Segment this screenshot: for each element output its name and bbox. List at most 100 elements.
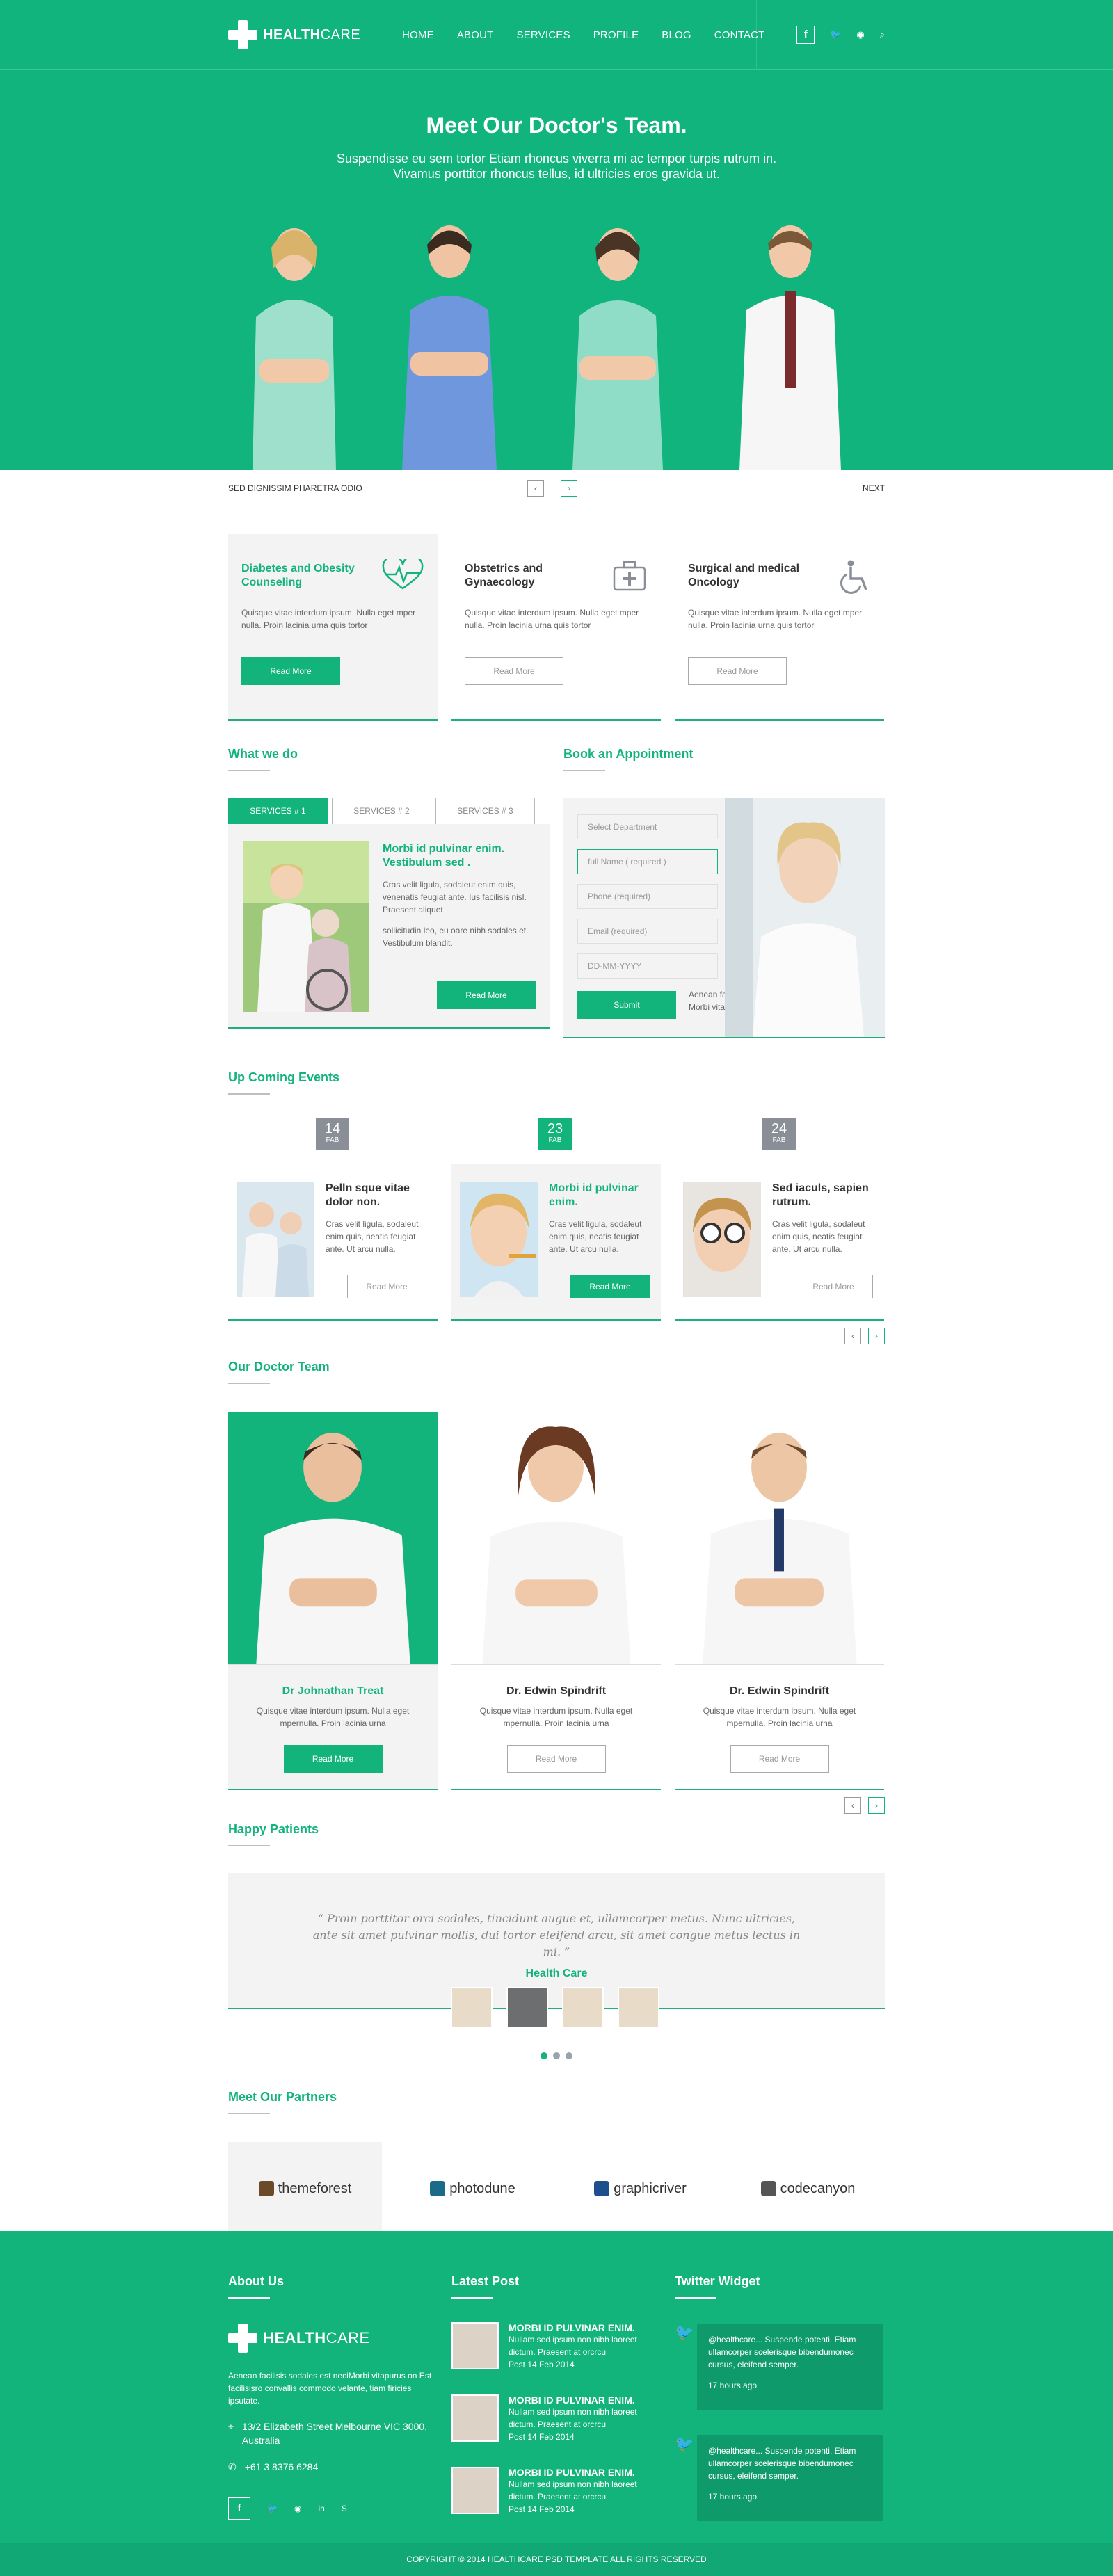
post-item[interactable]: MORBI ID PULVINAR ENIM. Nullam sed ipsum … — [451, 2322, 661, 2371]
logo[interactable]: HEALTHCARE — [228, 0, 381, 70]
pager-dot[interactable] — [553, 2052, 560, 2059]
nav-blog[interactable]: BLOG — [662, 29, 691, 41]
service-read-more-button[interactable]: Read More — [241, 657, 340, 685]
what-we-do-title: What we do — [228, 747, 550, 771]
doctor-read-more-button[interactable]: Read More — [506, 1745, 606, 1773]
panel-text-2: sollicitudin leo, eu oare nibh sodales e… — [383, 926, 529, 948]
doctor-card: Dr. Edwin Spindrift Quisque vitae interd… — [451, 1412, 661, 1790]
main-nav: HOME ABOUT SERVICES PROFILE BLOG CONTACT — [381, 0, 764, 70]
partners-title: Meet Our Partners — [228, 2090, 885, 2114]
post-thumbnail — [451, 2322, 499, 2369]
tab-services-3[interactable]: SERVICES # 3 — [435, 798, 535, 824]
header-social: f 🐦 ◉ ⌕ — [796, 26, 885, 44]
doctor-text: Quisque vitae interdum ipsum. Nulla eget… — [479, 1706, 633, 1728]
pager-dot[interactable] — [566, 2052, 572, 2059]
post-item[interactable]: MORBI ID PULVINAR ENIM. Nullam sed ipsum … — [451, 2467, 661, 2515]
partner-logo[interactable]: graphicriver — [563, 2142, 717, 2237]
event-read-more-button[interactable]: Read More — [570, 1275, 650, 1298]
panel-text-1: Cras velit ligula, sodaleut enim quis, v… — [383, 880, 527, 915]
partner-logo[interactable]: photodune — [396, 2142, 550, 2237]
doctor-name: Dr. Edwin Spindrift — [506, 1685, 607, 1697]
heartbeat-icon — [382, 559, 424, 590]
event-title: Pelln sque vitae dolor non. — [326, 1182, 410, 1208]
partner-logo[interactable]: themeforest — [228, 2142, 382, 2237]
avatar[interactable] — [618, 1987, 659, 2029]
testimonial-quote: “ Proin porttitor orci sodales, tincidun… — [312, 1912, 801, 1958]
slider-prev-button[interactable]: ‹ — [527, 480, 544, 497]
service-read-more-button[interactable]: Read More — [465, 657, 563, 685]
panel-heading: Morbi id pulvinar enim. Vestibulum sed . — [383, 843, 505, 869]
full-name-input[interactable]: full Name ( required ) — [577, 849, 718, 874]
linkedin-icon[interactable]: in — [318, 2504, 324, 2513]
services-tabs: SERVICES # 1 SERVICES # 2 SERVICES # 3 — [228, 798, 550, 824]
email-input[interactable]: Email (required) — [577, 919, 718, 944]
footer-twitter: Twitter Widget 🐦 @healthcare... Suspende … — [675, 2274, 884, 2521]
themeforest-icon — [258, 2181, 274, 2196]
tab-services-2[interactable]: SERVICES # 2 — [332, 798, 431, 824]
event-photo — [683, 1182, 761, 1297]
nav-contact[interactable]: CONTACT — [714, 29, 765, 41]
event-read-more-button[interactable]: Read More — [347, 1275, 426, 1298]
post-thumbnail — [451, 2467, 499, 2514]
testimonial-dots — [228, 2052, 885, 2059]
panel-read-more-button[interactable]: Read More — [437, 981, 536, 1009]
testimonial-box: “ Proin porttitor orci sodales, tincidun… — [228, 1873, 885, 2029]
partner-logo[interactable]: codecanyon — [731, 2142, 885, 2237]
facebook-icon[interactable]: f — [796, 26, 815, 44]
date-input[interactable]: DD-MM-YYYY — [577, 953, 718, 979]
rss-icon[interactable]: ◉ — [856, 29, 864, 40]
doctors-team-image — [0, 213, 1113, 470]
events-next-button[interactable]: › — [868, 1328, 885, 1344]
nav-home[interactable]: HOME — [402, 29, 434, 41]
partners-row: themeforest photodune graphicriver codec… — [228, 2142, 885, 2237]
nav-services[interactable]: SERVICES — [517, 29, 570, 41]
twitter-icon[interactable]: 🐦 — [830, 29, 841, 40]
doctor-figure-1 — [253, 228, 336, 470]
service-read-more-button[interactable]: Read More — [688, 657, 787, 685]
skype-icon[interactable]: S — [342, 2504, 347, 2513]
avatar[interactable] — [506, 1987, 548, 2029]
slider-next-button[interactable]: › — [561, 480, 577, 497]
post-item[interactable]: MORBI ID PULVINAR ENIM. Nullam sed ipsum … — [451, 2394, 661, 2443]
search-icon[interactable]: ⌕ — [880, 29, 885, 40]
event-date-badge: 23 FAB — [538, 1118, 572, 1150]
hero-subtitle: Suspendisse eu sem tortor Etiam rhoncus … — [336, 152, 777, 181]
nav-about[interactable]: ABOUT — [457, 29, 494, 41]
tab-services-1[interactable]: SERVICES # 1 — [228, 798, 328, 824]
elderly-care-photo — [243, 841, 369, 1012]
event-date-badge: 14 FAB — [316, 1118, 349, 1150]
doctor-read-more-button[interactable]: Read More — [283, 1745, 383, 1773]
footer-about-text: Aenean facilisis sodales est neciMorbi v… — [228, 2371, 432, 2406]
pager-dot[interactable] — [541, 2052, 547, 2059]
event-photo — [237, 1182, 314, 1297]
facebook-icon[interactable]: f — [228, 2497, 250, 2520]
department-select[interactable]: Select Department — [577, 814, 718, 839]
footer-social: f 🐦 ◉ in S — [228, 2497, 438, 2520]
events-title: Up Coming Events — [228, 1070, 885, 1095]
twitter-widget-title: Twitter Widget — [675, 2274, 884, 2299]
avatar[interactable] — [451, 1987, 493, 2029]
location-pin-icon: ⌖ — [228, 2421, 234, 2432]
wheelchair-icon — [840, 560, 867, 594]
events-prev-button[interactable]: ‹ — [844, 1328, 861, 1344]
phone-input[interactable]: Phone (required) — [577, 884, 718, 909]
doctor-photo — [675, 1412, 884, 1665]
doctors-prev-button[interactable]: ‹ — [844, 1797, 861, 1814]
footer-phone: ✆ +61 3 8376 6284 — [228, 2461, 319, 2472]
doctor-read-more-button[interactable]: Read More — [730, 1745, 829, 1773]
submit-button[interactable]: Submit — [577, 991, 676, 1019]
event-read-more-button[interactable]: Read More — [794, 1275, 873, 1298]
nav-profile[interactable]: PROFILE — [593, 29, 639, 41]
twitter-icon[interactable]: 🐦 — [267, 2504, 278, 2513]
avatar[interactable] — [562, 1987, 604, 2029]
doctor-figure-3 — [572, 228, 663, 470]
doctors-row: Dr Johnathan Treat Quisque vitae interdu… — [228, 1412, 885, 1790]
doctor-card: Dr. Edwin Spindrift Quisque vitae interd… — [675, 1412, 884, 1790]
appointment-form: Select Department full Name ( required )… — [563, 798, 885, 1038]
doctors-next-button[interactable]: › — [868, 1797, 885, 1814]
codecanyon-icon — [760, 2181, 776, 2196]
rss-icon[interactable]: ◉ — [294, 2504, 301, 2513]
footer-logo[interactable]: HEALTHCARE — [228, 2324, 438, 2353]
doctor-photo — [451, 1412, 661, 1665]
slider-next-link[interactable]: NEXT — [863, 483, 885, 493]
